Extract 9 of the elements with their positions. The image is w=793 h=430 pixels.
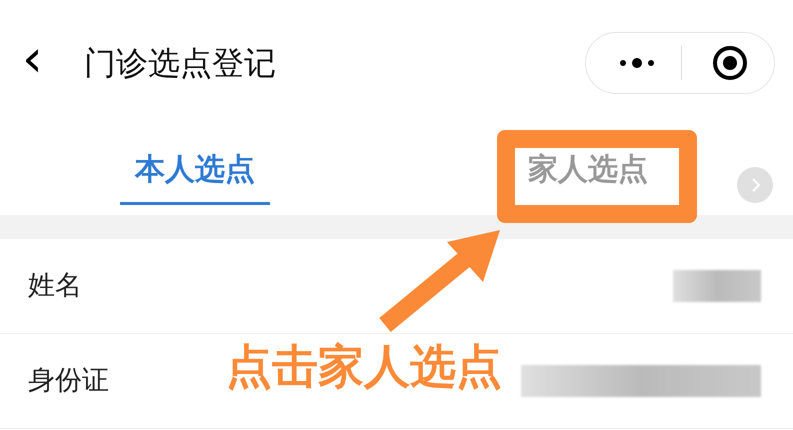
more-icon[interactable]	[619, 56, 655, 68]
close-icon[interactable]	[712, 44, 748, 80]
tab[interactable]: 本人选点	[135, 125, 255, 202]
field-label: 身份证	[28, 364, 109, 398]
back-button[interactable]: ‹	[22, 32, 72, 84]
page-title: 门诊选点登记	[84, 42, 276, 84]
tab[interactable]: 家人选点	[528, 125, 648, 202]
field-label: 姓名	[28, 268, 82, 303]
annotation-text: 点击家人选点	[226, 343, 502, 389]
